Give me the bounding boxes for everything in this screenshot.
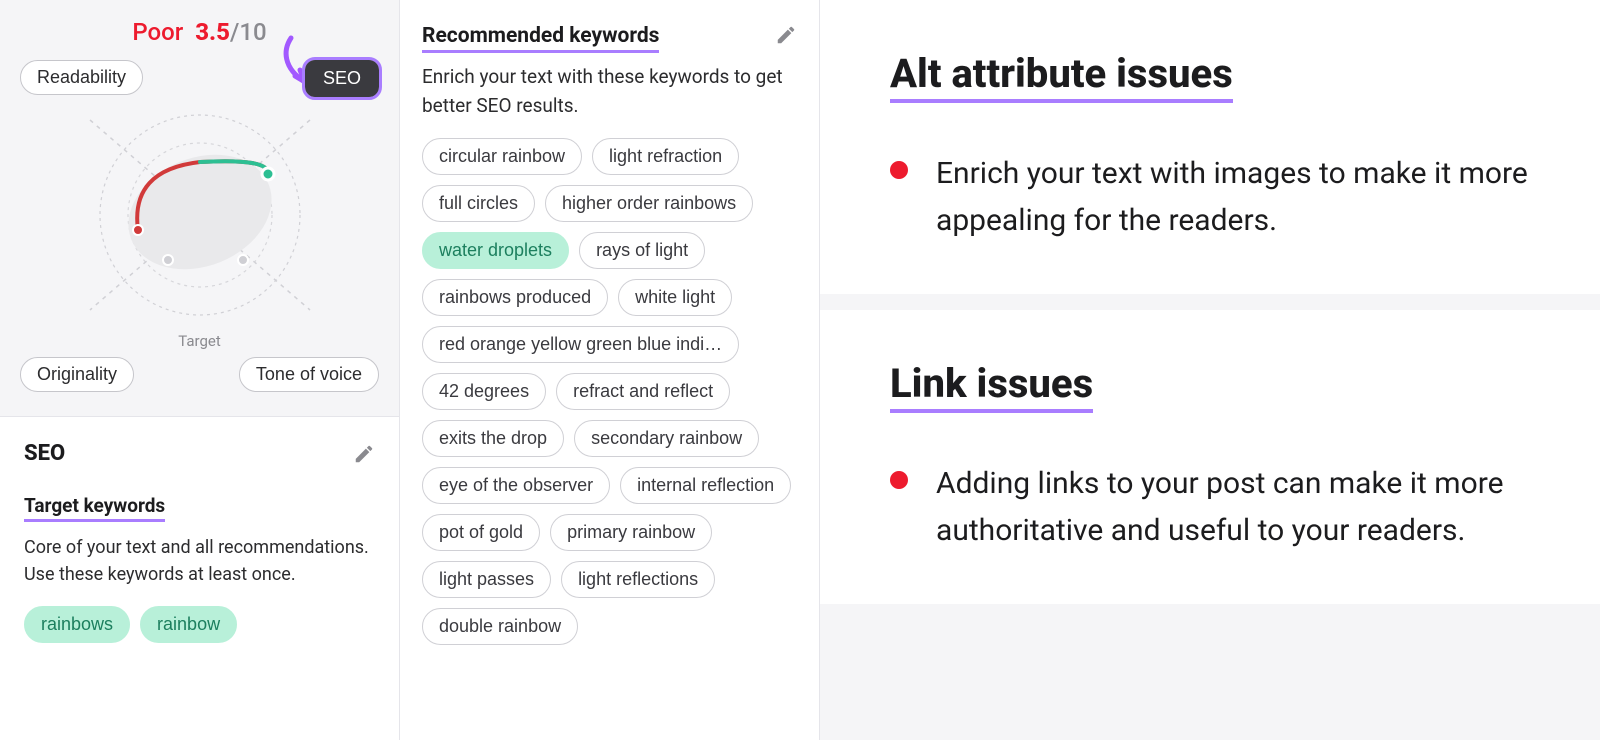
target-keyword-chip[interactable]: rainbow <box>140 606 237 643</box>
recommended-keyword-chip[interactable]: white light <box>618 279 732 316</box>
recommended-keyword-chip[interactable]: higher order rainbows <box>545 185 753 222</box>
recommended-keyword-chip[interactable]: primary rainbow <box>550 514 712 551</box>
seo-card: SEO Target keywords Core of your text an… <box>0 416 399 740</box>
recommended-keyword-chip[interactable]: rays of light <box>579 232 705 269</box>
axis-seo[interactable]: SEO <box>305 60 379 97</box>
axis-originality[interactable]: Originality <box>20 357 134 392</box>
axis-tone[interactable]: Tone of voice <box>239 357 379 392</box>
target-keywords-title: Target keywords <box>24 494 165 522</box>
seo-card-title: SEO <box>24 441 65 466</box>
score-value: 3.5 <box>195 18 230 46</box>
recommended-keyword-chip[interactable]: rainbows produced <box>422 279 608 316</box>
radar-target-label: Target <box>20 332 379 350</box>
issue-title: Link issues <box>890 360 1093 413</box>
issue-title: Alt attribute issues <box>890 50 1233 103</box>
recommended-keyword-chip[interactable]: pot of gold <box>422 514 540 551</box>
recommended-keyword-chip[interactable]: internal reflection <box>620 467 791 504</box>
recommended-keyword-chip[interactable]: exits the drop <box>422 420 564 457</box>
pencil-icon[interactable] <box>775 24 797 46</box>
recommended-keyword-chip[interactable]: 42 degrees <box>422 373 546 410</box>
target-keywords-desc: Core of your text and all recommendation… <box>24 534 375 588</box>
score-card: Poor 3.5/10 Readability SEO <box>0 0 399 416</box>
axis-pills-bottom: Originality Tone of voice <box>20 358 379 392</box>
issue-card-links: Link issues Adding links to your post ca… <box>820 310 1600 604</box>
recommended-title: Recommended keywords <box>422 24 659 53</box>
score-outof: /10 <box>230 18 267 46</box>
score-label: Poor <box>132 18 183 46</box>
recommended-keyword-chip[interactable]: light reflections <box>561 561 715 598</box>
recommended-keyword-chip[interactable]: light refraction <box>592 138 739 175</box>
recommended-keyword-chip[interactable]: eye of the observer <box>422 467 610 504</box>
recommended-keyword-chip[interactable]: water droplets <box>422 232 569 269</box>
target-keyword-chip[interactable]: rainbows <box>24 606 130 643</box>
issue-text: Adding links to your post can make it mo… <box>936 461 1540 554</box>
recommended-keyword-chip[interactable]: light passes <box>422 561 551 598</box>
recommended-keyword-chip[interactable]: refract and reflect <box>556 373 730 410</box>
issue-text: Enrich your text with images to make it … <box>936 151 1540 244</box>
target-keywords-row: rainbows rainbow <box>24 606 375 643</box>
recommended-keyword-chip[interactable]: full circles <box>422 185 535 222</box>
recommended-keyword-chip[interactable]: circular rainbow <box>422 138 582 175</box>
recommended-keywords-row: circular rainbow light refraction full cir… <box>422 138 797 645</box>
issue-item: Enrich your text with images to make it … <box>890 151 1540 244</box>
recommended-keyword-chip[interactable]: double rainbow <box>422 608 578 645</box>
recommended-desc: Enrich your text with these keywords to … <box>422 63 797 120</box>
axis-readability[interactable]: Readability <box>20 60 143 95</box>
issue-dot-icon <box>890 471 908 489</box>
issue-item: Adding links to your post can make it mo… <box>890 461 1540 554</box>
issues-panel: Alt attribute issues Enrich your text wi… <box>820 0 1600 740</box>
recommended-keyword-chip[interactable]: secondary rainbow <box>574 420 759 457</box>
issue-dot-icon <box>890 161 908 179</box>
radar-chart <box>20 94 379 334</box>
axis-pills-top: Readability SEO <box>20 60 379 94</box>
issue-card-alt: Alt attribute issues Enrich your text wi… <box>820 0 1600 294</box>
recommended-keyword-chip[interactable]: red orange yellow green blue indi… <box>422 326 739 363</box>
left-panel: Poor 3.5/10 Readability SEO <box>0 0 400 740</box>
score-line: Poor 3.5/10 <box>20 18 379 46</box>
pencil-icon[interactable] <box>353 443 375 465</box>
recommended-panel: Recommended keywords Enrich your text wi… <box>400 0 820 740</box>
